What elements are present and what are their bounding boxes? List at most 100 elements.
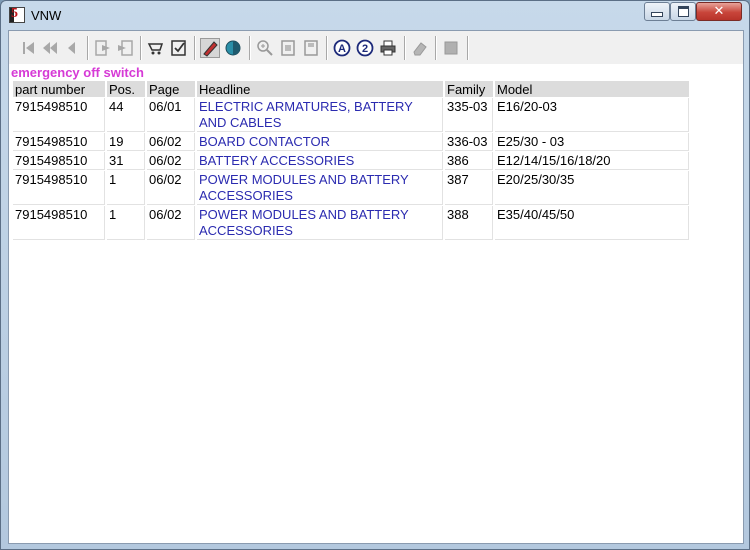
part-number-cell: 7915498510 xyxy=(13,152,105,170)
import-icon xyxy=(118,40,133,56)
column-header-headline[interactable]: Headline xyxy=(197,81,443,97)
page-cell: 06/01 xyxy=(147,98,195,132)
headline-line: POWER MODULES AND BATTERY xyxy=(199,172,409,187)
title-bar[interactable]: 5 VNW ✕ xyxy=(1,1,749,29)
model-cell: E25/30 - 03 xyxy=(495,133,689,151)
checklist-button[interactable] xyxy=(169,38,189,58)
toolbar: A 2 xyxy=(9,31,743,65)
column-header-page[interactable]: Page xyxy=(147,81,195,97)
back-icon xyxy=(68,42,75,54)
cart-icon xyxy=(147,43,164,55)
first-page-button[interactable] xyxy=(19,38,39,58)
column-header-family[interactable]: Family xyxy=(445,81,493,97)
headline-line: ELECTRIC ARMATURES, BATTERY xyxy=(199,99,413,114)
column-header-part-number[interactable]: part number xyxy=(13,81,105,97)
app-logo-icon[interactable]: 5 xyxy=(9,6,25,23)
eraser-icon xyxy=(413,42,427,56)
globe-icon xyxy=(225,40,241,56)
family-cell: 335-03 xyxy=(445,98,493,132)
toolbar-separator xyxy=(249,36,251,60)
close-button[interactable]: ✕ xyxy=(696,2,742,21)
page-cell: 06/02 xyxy=(147,206,195,240)
print-icon xyxy=(380,40,396,56)
client-area: A 2 emergency off switch part number Pos… xyxy=(8,30,744,544)
window-title: VNW xyxy=(31,8,62,23)
headline-line: POWER MODULES AND BATTERY xyxy=(199,207,409,222)
model-cell: E35/40/45/50 xyxy=(495,206,689,240)
headline-line: BATTERY ACCESSORIES xyxy=(199,153,355,168)
model-cell: E12/14/15/16/18/20 xyxy=(495,152,689,170)
part-number-cell: 7915498510 xyxy=(13,206,105,240)
family-cell: 387 xyxy=(445,171,493,205)
letter-a-icon: A xyxy=(333,39,351,57)
table-row[interactable]: 7915498510 44 06/01 ELECTRIC ARMATURES, … xyxy=(13,98,689,132)
headline-line: ACCESSORIES xyxy=(199,223,293,238)
minimize-button[interactable] xyxy=(644,2,670,21)
first-page-icon xyxy=(23,42,34,54)
headline-link[interactable]: ELECTRIC ARMATURES, BATTERY AND CABLES xyxy=(197,98,443,132)
headline-link[interactable]: POWER MODULES AND BATTERY ACCESSORIES xyxy=(197,206,443,240)
headline-line: AND CABLES xyxy=(199,115,282,130)
part-number-cell: 7915498510 xyxy=(13,171,105,205)
marker-icon xyxy=(203,41,218,57)
column-header-model[interactable]: Model xyxy=(495,81,689,97)
model-cell: E20/25/30/35 xyxy=(495,171,689,205)
page-icon xyxy=(281,40,295,56)
stop-icon xyxy=(444,41,458,55)
print-button[interactable] xyxy=(378,38,398,58)
page-alt-button[interactable] xyxy=(301,38,321,58)
back-button[interactable] xyxy=(62,38,82,58)
marker-button[interactable] xyxy=(200,38,220,58)
family-cell: 388 xyxy=(445,206,493,240)
zoom-button[interactable] xyxy=(255,38,275,58)
toolbar-separator xyxy=(194,36,196,60)
page-alt-icon xyxy=(304,40,318,56)
checklist-icon xyxy=(171,40,186,56)
table-row[interactable]: 7915498510 19 06/02 BOARD CONTACTOR 336-… xyxy=(13,133,689,151)
results-pane: emergency off switch part number Pos. Pa… xyxy=(9,64,743,543)
cart-button[interactable] xyxy=(146,38,166,58)
family-cell: 386 xyxy=(445,152,493,170)
pos-cell: 1 xyxy=(107,171,145,205)
close-icon: ✕ xyxy=(713,4,725,19)
table-row[interactable]: 7915498510 1 06/02 POWER MODULES AND BAT… xyxy=(13,171,689,205)
svg-text:2: 2 xyxy=(362,43,368,55)
results-table: part number Pos. Page Headline Family Mo… xyxy=(11,80,691,241)
headline-line: ACCESSORIES xyxy=(199,188,293,203)
toolbar-separator xyxy=(435,36,437,60)
headline-line: BOARD CONTACTOR xyxy=(199,134,330,149)
zoom-icon xyxy=(257,40,273,56)
toolbar-separator xyxy=(140,36,142,60)
previous-page-icon xyxy=(43,42,57,54)
table-row[interactable]: 7915498510 1 06/02 POWER MODULES AND BAT… xyxy=(13,206,689,240)
pos-cell: 31 xyxy=(107,152,145,170)
maximize-button[interactable] xyxy=(670,2,696,21)
minimize-icon xyxy=(651,12,663,17)
app-window: 5 VNW ✕ A 2 emergency off switch part nu… xyxy=(0,0,750,550)
family-cell: 336-03 xyxy=(445,133,493,151)
page-cell: 06/02 xyxy=(147,171,195,205)
previous-page-button[interactable] xyxy=(40,38,60,58)
table-row[interactable]: 7915498510 31 06/02 BATTERY ACCESSORIES … xyxy=(13,152,689,170)
stop-button[interactable] xyxy=(441,38,461,58)
pos-cell: 19 xyxy=(107,133,145,151)
number-2-button[interactable]: 2 xyxy=(355,38,375,58)
svg-text:A: A xyxy=(338,43,346,55)
export-button[interactable] xyxy=(93,38,113,58)
column-header-pos[interactable]: Pos. xyxy=(107,81,145,97)
search-term-heading: emergency off switch xyxy=(11,65,144,80)
headline-link[interactable]: POWER MODULES AND BATTERY ACCESSORIES xyxy=(197,171,443,205)
eraser-button[interactable] xyxy=(410,38,430,58)
export-icon xyxy=(95,40,110,56)
headline-link[interactable]: BATTERY ACCESSORIES xyxy=(197,152,443,170)
import-button[interactable] xyxy=(115,38,135,58)
letter-a-button[interactable]: A xyxy=(332,38,352,58)
model-cell: E16/20-03 xyxy=(495,98,689,132)
part-number-cell: 7915498510 xyxy=(13,133,105,151)
headline-link[interactable]: BOARD CONTACTOR xyxy=(197,133,443,151)
globe-button[interactable] xyxy=(223,38,243,58)
page-button[interactable] xyxy=(278,38,298,58)
table-header-row: part number Pos. Page Headline Family Mo… xyxy=(13,81,689,97)
toolbar-separator xyxy=(87,36,89,60)
pos-cell: 44 xyxy=(107,98,145,132)
